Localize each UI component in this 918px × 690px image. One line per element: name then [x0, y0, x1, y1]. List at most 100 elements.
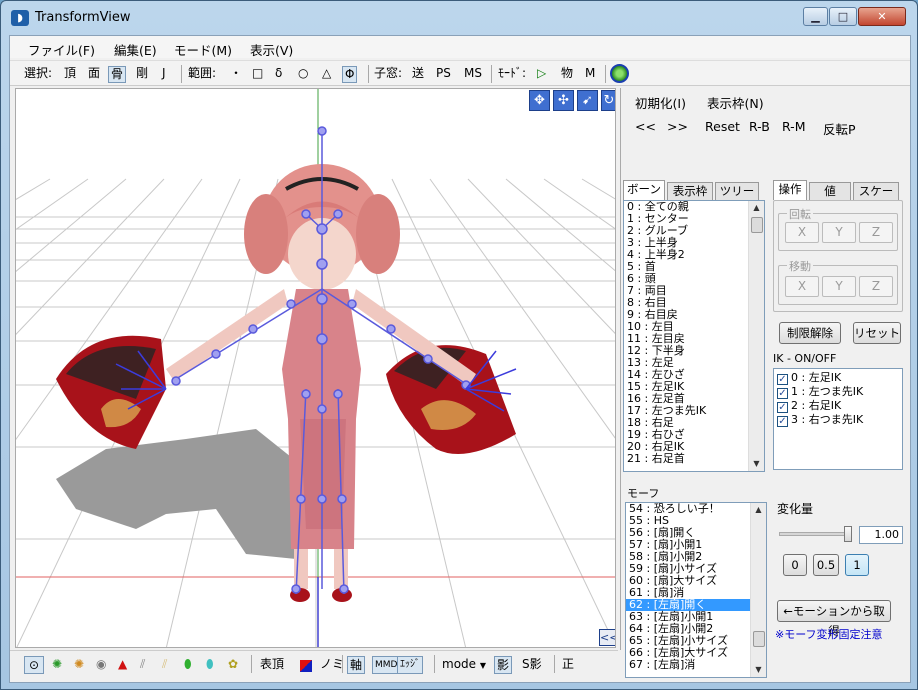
bone-list[interactable]: 0 : 全ての親 1 : センター 2 : グルーブ 3 : 上半身 4 : 上半身2 5… [623, 200, 765, 472]
morph-slider[interactable] [779, 526, 852, 542]
color-swatch-icon[interactable] [300, 660, 312, 672]
move-x-button[interactable]: X [785, 276, 819, 297]
range-circle[interactable]: ○ [296, 66, 310, 83]
ik-item[interactable]: ✓ 3 : 右つま先IK [774, 413, 902, 427]
range-triangle[interactable]: △ [320, 66, 333, 83]
flip-button[interactable]: 反転P [823, 119, 856, 138]
prev-button[interactable]: << [635, 119, 656, 134]
select-joint[interactable]: J [160, 66, 168, 83]
display-frame-button[interactable]: 表示枠(N) [707, 93, 764, 112]
green-shape-icon[interactable]: ⬮ [182, 656, 194, 674]
preset-half-button[interactable]: 0.5 [813, 554, 839, 576]
child-ps[interactable]: PS [434, 66, 453, 83]
tab-operation[interactable]: 操作 [773, 180, 807, 200]
self-shadow-toggle[interactable]: S影 [520, 656, 544, 674]
init-button[interactable]: 初期化(I) [635, 93, 686, 112]
menu-file[interactable]: ファイル(F) [28, 40, 95, 59]
hatch-icon[interactable]: ⫽ [138, 656, 147, 674]
red-triangle-icon[interactable]: ▲ [116, 656, 129, 674]
morph-list-scrollbar[interactable]: ▲ ▼ [750, 503, 766, 677]
scroll-up-icon[interactable]: ▲ [753, 505, 764, 515]
scroll-thumb[interactable] [751, 217, 763, 233]
rotate-x-button[interactable]: X [785, 222, 819, 243]
next-button[interactable]: >> [667, 119, 688, 134]
minimize-button[interactable]: ▁ [803, 7, 828, 26]
select-bone[interactable]: 骨 [108, 66, 127, 83]
select-rigid[interactable]: 剛 [134, 66, 150, 83]
play-icon[interactable]: ▷ [535, 66, 548, 83]
ortho-toggle[interactable]: 正 [560, 656, 576, 674]
range-delta[interactable]: δ [273, 66, 284, 83]
orange-particle-icon[interactable]: ✺ [72, 656, 86, 674]
collapse-panel-button[interactable]: << [599, 629, 615, 646]
mode-dropdown[interactable]: mode ▼ [440, 656, 488, 674]
surface-vertex-toggle[interactable]: 表頂 [258, 656, 286, 674]
checkbox-icon[interactable]: ✓ [777, 402, 788, 413]
morph-list-item[interactable]: 67 : [左扇]消 [626, 659, 766, 671]
tab-display-frame[interactable]: 表示枠 [667, 182, 713, 200]
menu-view[interactable]: 表示(V) [250, 40, 293, 59]
mode-physics[interactable]: 物 [559, 66, 575, 83]
menu-edit[interactable]: 編集(E) [114, 40, 157, 59]
reset-bone-button[interactable]: リセット [853, 322, 901, 344]
get-from-motion-button[interactable]: ←モーションから取得 [777, 600, 891, 638]
vertex-display-icon[interactable]: ⊙ [24, 656, 44, 674]
globe-icon[interactable] [610, 64, 629, 83]
rotate-icon[interactable]: ↻ [601, 90, 615, 111]
reset-button[interactable]: Reset [705, 119, 740, 134]
edge-toggle[interactable]: ｴｯｼﾞ [397, 656, 423, 674]
right-panel: 初期化(I) 表示枠(N) << >> Reset R-B R-M 反転P ボー… [620, 88, 910, 678]
scroll-down-icon[interactable]: ▼ [751, 459, 762, 469]
cyan-shape-icon[interactable]: ⬮ [204, 656, 216, 674]
green-particle-icon[interactable]: ✺ [50, 656, 64, 674]
viewport-3d[interactable]: + ✥ ✣ ➹ ↻ << [15, 88, 616, 648]
bone-list-scrollbar[interactable]: ▲ ▼ [748, 201, 764, 471]
rotate-z-button[interactable]: Z [859, 222, 893, 243]
checkbox-icon[interactable]: ✓ [777, 416, 788, 427]
move-all-icon[interactable]: ✣ [553, 90, 574, 111]
ik-item[interactable]: ✓ 2 : 右足IK [774, 399, 902, 413]
menu-mode[interactable]: モード(M) [174, 40, 232, 59]
dot-icon[interactable]: ◉ [94, 656, 108, 674]
ik-item[interactable]: ✓ 1 : 左つま先IK [774, 385, 902, 399]
range-rect[interactable]: □ [250, 66, 265, 83]
morph-list[interactable]: 54 : 恐ろしい子！ 55 : HS 56 : [扇]開く 57 : [扇]小開1 5… [625, 502, 767, 678]
child-ms[interactable]: MS [462, 66, 484, 83]
select-vertex[interactable]: 頂 [62, 66, 78, 83]
mode-m[interactable]: M [583, 66, 597, 83]
tab-bone[interactable]: ボーン [623, 180, 665, 200]
ik-item[interactable]: ✓ 0 : 左足IK [774, 371, 902, 385]
yellow-hatch-icon[interactable]: ⫽ [160, 656, 169, 674]
tab-tree[interactable]: ツリー [715, 182, 759, 200]
unlock-button[interactable]: 制限解除 [779, 322, 841, 344]
move-view-icon[interactable]: ✥ [529, 90, 550, 111]
ik-title: IK - ON/OFF [773, 352, 837, 365]
range-phi[interactable]: Φ [342, 66, 358, 83]
slider-knob[interactable] [844, 526, 852, 542]
shadow-toggle[interactable]: 影 [494, 656, 513, 674]
scroll-up-icon[interactable]: ▲ [751, 203, 762, 213]
rm-button[interactable]: R-M [782, 119, 805, 134]
rb-button[interactable]: R-B [749, 119, 770, 134]
rotate-y-button[interactable]: Y [822, 222, 856, 243]
close-button[interactable]: ✕ [858, 7, 906, 26]
select-face[interactable]: 面 [86, 66, 102, 83]
move-y-button[interactable]: Y [822, 276, 856, 297]
range-point[interactable]: ・ [228, 66, 244, 83]
scale-icon[interactable]: ➹ [577, 90, 598, 111]
move-z-button[interactable]: Z [859, 276, 893, 297]
scroll-thumb[interactable] [753, 631, 765, 647]
bone-list-item[interactable]: 21 : 右足首 [624, 453, 764, 465]
preset-1-button[interactable]: 1 [845, 554, 869, 576]
checkbox-icon[interactable]: ✓ [777, 374, 788, 385]
checkbox-icon[interactable]: ✓ [777, 388, 788, 399]
yellow-shape-icon[interactable]: ✿ [226, 656, 240, 674]
maximize-button[interactable]: □ [829, 7, 857, 26]
axis-toggle[interactable]: 軸 [347, 656, 366, 674]
child-send[interactable]: 送 [410, 66, 426, 83]
tab-scale[interactable]: スケール [853, 182, 899, 215]
scroll-down-icon[interactable]: ▼ [753, 665, 764, 675]
tab-value[interactable]: 値 [809, 182, 851, 200]
change-value-field[interactable]: 1.00 [859, 526, 903, 544]
preset-0-button[interactable]: 0 [783, 554, 807, 576]
